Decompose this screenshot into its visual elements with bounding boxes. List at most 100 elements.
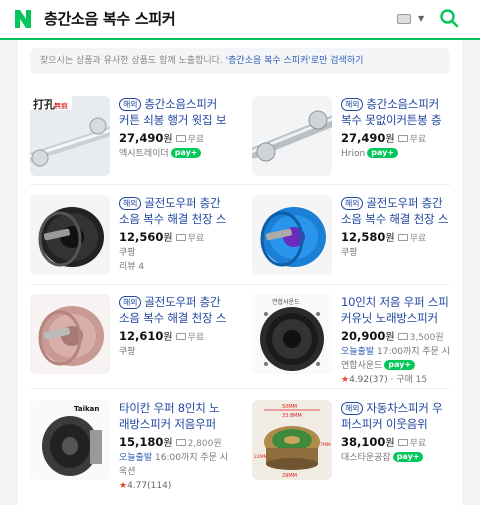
truck-icon — [397, 333, 408, 340]
product-title[interactable]: 해외 자동차스피커 우퍼스피커 이웃음위 — [341, 400, 451, 432]
search-icon[interactable] — [439, 8, 459, 28]
star-icon: ★ — [341, 375, 350, 385]
seller-name: 대스타운공잡 — [341, 453, 391, 463]
divider — [30, 284, 450, 285]
npay-badge: pay+ — [170, 148, 202, 158]
divider — [30, 184, 450, 185]
exact-search-link[interactable]: '층간소음 복수 스피커'로만 검색하기 — [226, 56, 364, 66]
svg-text:33.8MM: 33.8MM — [282, 413, 302, 419]
product-title[interactable]: 해외층간소음스피커 복수 못없이커튼봉 층간 소음 — [341, 96, 451, 128]
overseas-badge: 해외 — [341, 197, 364, 210]
overseas-badge: 해외 — [341, 402, 364, 415]
shipping-fee: 무료 — [187, 333, 205, 343]
shipping-fee: 2,800원 — [187, 439, 222, 449]
svg-text:29MM: 29MM — [282, 473, 297, 479]
product-title[interactable]: 타이칸 우퍼 8인치 노래방스피커 저음우퍼 — [119, 400, 229, 432]
svg-text:無痕: 無痕 — [54, 101, 68, 110]
seller-name: 쿠팡 — [119, 248, 136, 258]
seller-name: 쿠팡 — [341, 248, 358, 258]
overseas-badge: 해외 — [119, 296, 142, 309]
product-image[interactable]: 50MM 33.8MM 22MM 7MM 29MM — [252, 400, 332, 480]
product-title[interactable]: 해외골전도우퍼 층간소음 복수 해결 천장 스피커 — [119, 195, 229, 227]
product-price: 27,490 — [119, 131, 164, 145]
shipping-fee: 3,500원 — [409, 333, 444, 343]
product-title[interactable]: 10인치 저음 우퍼 스피커유닛 노래방스피커 — [341, 294, 451, 326]
notice-text: 찾으시는 상품과 유사한 상품도 함께 노출합니다. — [40, 56, 223, 66]
seller-name: 연합사운드 — [341, 361, 383, 371]
seller-name: 쿠팡 — [119, 347, 136, 357]
p7-dim-outer: 50MM — [282, 404, 297, 410]
naver-logo-icon[interactable] — [12, 8, 34, 30]
shipping-fee: 무료 — [187, 234, 205, 244]
product-price: 12,560 — [119, 230, 164, 244]
product-card[interactable]: 해외골전도우퍼 층간소음 복수 해결 천장 스피커 12,560원무료 쿠팡 리… — [18, 195, 228, 285]
product-card[interactable]: 해외골전도우퍼 층간소음 복수 해결 천장 스피커 12,580원무료 쿠팡 — [240, 195, 450, 285]
npay-badge: pay+ — [384, 360, 416, 370]
shipping-fee: 무료 — [409, 234, 427, 244]
product-image[interactable] — [30, 195, 110, 275]
overseas-badge: 해외 — [119, 98, 142, 111]
shipping-fee: 무료 — [409, 439, 427, 449]
search-header: 층간소음 복수 스피커 ▼ — [0, 0, 480, 40]
delivery-label: 오늘출발 — [119, 453, 153, 463]
product-card[interactable]: Taikan 타이칸 우퍼 8인치 노래방스피커 저음우퍼 15,180원 2,8… — [18, 400, 229, 491]
product-image[interactable] — [30, 294, 110, 374]
product-image[interactable] — [252, 195, 332, 275]
product-card[interactable]: 해외골전도우퍼 층간소음 복수 해결 천장 스피커 12,610원무료 쿠팡 — [18, 294, 228, 384]
p0-logo-text: 打孔 — [33, 97, 55, 111]
truck-icon — [397, 135, 408, 142]
product-card[interactable]: 50MM 33.8MM 22MM 7MM 29MM 해외 자동차스피커 우퍼스피커… — [240, 400, 450, 490]
truck-icon — [397, 234, 408, 241]
truck-icon — [175, 439, 186, 446]
delivery-time: 16:00까지 주문 시 — [155, 453, 229, 463]
rating-count: (114) — [147, 481, 172, 491]
product-price: 20,900 — [341, 329, 386, 343]
shipping-fee: 무료 — [409, 135, 427, 145]
similar-results-notice: 찾으시는 상품과 유사한 상품도 함께 노출합니다. '층간소음 복수 스피커'… — [30, 48, 450, 74]
product-title[interactable]: 해외골전도우퍼 층간소음 복수 해결 천장 스피커 — [341, 195, 451, 227]
review-count[interactable]: 리뷰 4 — [119, 260, 229, 274]
truck-icon — [397, 439, 408, 446]
shipping-fee: 무료 — [187, 135, 205, 145]
product-title[interactable]: 해외층간소음스피커 커튼 쇠봉 행거 윗집 보복 층간소음 복수 — [119, 96, 229, 128]
seller-name: 옥션 — [119, 467, 136, 477]
svg-text:7MM: 7MM — [320, 442, 331, 448]
delivery-time: 17:00까지 주문 시 — [377, 347, 451, 357]
npay-badge: pay+ — [367, 148, 398, 158]
product-price: 15,180 — [119, 435, 164, 449]
svg-text:22MM: 22MM — [254, 454, 268, 460]
product-price: 12,610 — [119, 329, 164, 343]
product-image[interactable] — [252, 96, 332, 176]
product-price: 12,580 — [341, 230, 386, 244]
results-panel: 찾으시는 상품과 유사한 상품도 함께 노출합니다. '층간소음 복수 스피커'… — [18, 40, 462, 505]
divider — [30, 388, 450, 389]
product-price: 38,100 — [341, 435, 386, 449]
chevron-down-icon[interactable]: ▼ — [418, 14, 424, 24]
seller-name: 엑시트레이더 — [119, 149, 169, 159]
product-price: 27,490 — [341, 131, 386, 145]
overseas-badge: 해외 — [341, 98, 364, 111]
product-card[interactable]: 打孔 無痕 해외층간소음스피커 커튼 쇠봉 행거 윗집 보복 층간소음 복수 2… — [18, 96, 228, 186]
truck-icon — [175, 234, 186, 241]
truck-icon — [175, 135, 186, 142]
keyboard-icon[interactable] — [397, 14, 411, 24]
product-card[interactable]: 해외층간소음스피커 복수 못없이커튼봉 층간 소음 27,490원무료 Hrio… — [240, 96, 450, 186]
rating-count: (37) — [369, 375, 388, 385]
product-image[interactable]: Taikan — [30, 400, 110, 480]
product-card[interactable]: 연합사운드 10인치 저음 우퍼 스피커유닛 노래방스피커 20,900원 3,5… — [240, 294, 451, 385]
seller-name: Hrion — [341, 149, 366, 159]
star-icon: ★ — [119, 481, 128, 491]
product-image[interactable]: 연합사운드 — [252, 294, 332, 374]
search-query[interactable]: 층간소음 복수 스피커 — [44, 8, 176, 30]
npay-badge: pay+ — [392, 452, 424, 462]
product-image[interactable]: 打孔 無痕 — [30, 96, 110, 176]
rating-value: 4.92 — [349, 375, 370, 385]
truck-icon — [175, 333, 186, 340]
overseas-badge: 해외 — [119, 197, 142, 210]
purchase-count: · 구매 15 — [390, 375, 428, 385]
p6-brand: Taikan — [74, 405, 99, 413]
rating-value: 4.77 — [127, 481, 148, 491]
delivery-label: 오늘출발 — [341, 347, 375, 357]
p5-label: 연합사운드 — [272, 298, 300, 306]
product-title[interactable]: 해외골전도우퍼 층간소음 복수 해결 천장 스피커 — [119, 294, 229, 326]
